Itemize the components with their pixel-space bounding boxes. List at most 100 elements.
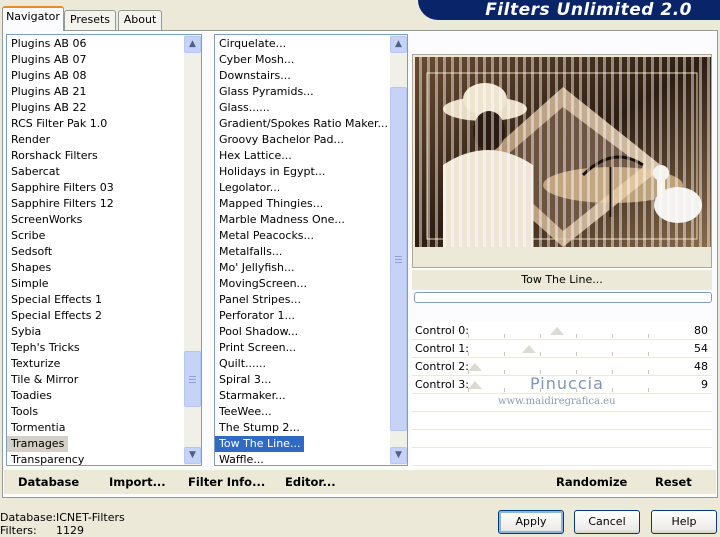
control-label: Control 3: — [415, 378, 469, 391]
slider-tick — [504, 352, 505, 356]
filter-item[interactable]: Tow The Line... — [215, 436, 305, 452]
scroll-down-icon[interactable]: ▼ — [390, 447, 407, 464]
control-value: 9 — [701, 378, 708, 391]
category-item[interactable]: Sapphire Filters 03 — [7, 180, 201, 196]
filter-item[interactable]: Cirquelate... — [215, 36, 407, 52]
reset-button[interactable]: Reset — [655, 475, 692, 489]
category-item[interactable]: Toadies — [7, 388, 201, 404]
category-list[interactable]: Plugins AB 06 Plugins AB 07 Plugins AB 08 P… — [6, 34, 202, 466]
filter-scrollbar[interactable]: ▲ ▼ — [390, 35, 407, 465]
filter-item[interactable]: Metalfalls... — [215, 244, 407, 260]
slider-tick — [648, 334, 649, 338]
filter-item[interactable]: Panel Stripes... — [215, 292, 407, 308]
category-item[interactable]: Plugins AB 22 — [7, 100, 201, 116]
category-item[interactable]: Scribe — [7, 228, 201, 244]
filter-item[interactable]: Quilt...... — [215, 356, 407, 372]
filter-item[interactable]: Starmaker... — [215, 388, 407, 404]
slider-knob[interactable] — [468, 363, 482, 371]
control-value: 48 — [694, 360, 708, 373]
category-item[interactable]: Sybia — [7, 324, 201, 340]
filter-list[interactable]: Cirquelate... Cyber Mosh... Downstairs... G… — [214, 34, 408, 466]
category-item[interactable]: Plugins AB 06 — [7, 36, 201, 52]
import-button[interactable]: Import... — [109, 475, 166, 489]
category-item[interactable]: Teph's Tricks — [7, 340, 201, 356]
filter-item[interactable]: Holidays in Egypt... — [215, 164, 407, 180]
filter-item[interactable]: Mapped Thingies... — [215, 196, 407, 212]
scroll-up-icon[interactable]: ▲ — [390, 36, 407, 53]
cancel-button[interactable]: Cancel — [574, 510, 640, 534]
tab-navigator[interactable]: Navigator — [2, 6, 64, 31]
slider-knob[interactable] — [522, 345, 536, 353]
category-item[interactable]: Texturize — [7, 356, 201, 372]
filter-item[interactable]: Mo' Jellyfish... — [215, 260, 407, 276]
category-item[interactable]: Sedsoft — [7, 244, 201, 260]
tab-about[interactable]: About — [118, 10, 162, 30]
filter-item[interactable]: Waffle... — [215, 452, 407, 465]
slider-tick — [468, 352, 469, 356]
apply-button[interactable]: Apply — [498, 510, 564, 534]
filter-item[interactable]: Groovy Bachelor Pad... — [215, 132, 407, 148]
tab-presets[interactable]: Presets — [64, 10, 116, 30]
category-item[interactable]: ScreenWorks — [7, 212, 201, 228]
control-row-0[interactable]: Control 0: 80 — [412, 322, 712, 340]
database-button[interactable]: Database — [18, 475, 79, 489]
category-item[interactable]: Tile & Mirror — [7, 372, 201, 388]
category-item[interactable]: Rorshack Filters — [7, 148, 201, 164]
filter-info-button[interactable]: Filter Info... — [188, 475, 265, 489]
filter-item[interactable]: MovingScreen... — [215, 276, 407, 292]
control-row-empty — [412, 430, 712, 448]
category-item[interactable]: Plugins AB 07 — [7, 52, 201, 68]
scroll-down-icon[interactable]: ▼ — [184, 447, 201, 464]
filter-item[interactable]: Pool Shadow... — [215, 324, 407, 340]
category-item[interactable]: RCS Filter Pak 1.0 — [7, 116, 201, 132]
filter-scroll-thumb[interactable] — [390, 87, 407, 431]
category-item[interactable]: Render — [7, 132, 201, 148]
control-slider[interactable] — [468, 340, 650, 358]
category-item[interactable]: Plugins AB 21 — [7, 84, 201, 100]
slider-tick — [468, 388, 469, 392]
category-item[interactable]: Sapphire Filters 12 — [7, 196, 201, 212]
slider-knob[interactable] — [550, 327, 564, 335]
category-item[interactable]: Special Effects 2 — [7, 308, 201, 324]
control-row-1[interactable]: Control 1: 54 — [412, 340, 712, 358]
control-label: Control 2: — [415, 360, 469, 373]
filter-item[interactable]: Spiral 3... — [215, 372, 407, 388]
editor-button[interactable]: Editor... — [285, 475, 336, 489]
filter-item[interactable]: Downstairs... — [215, 68, 407, 84]
controls-panel: Control 0: 80 Control 1: 54 Control 2: 4… — [412, 322, 712, 468]
filter-list-items: Cirquelate... Cyber Mosh... Downstairs... G… — [215, 35, 407, 465]
filter-item[interactable]: Glass Pyramids... — [215, 84, 407, 100]
control-slider[interactable] — [468, 322, 650, 340]
slider-tick — [648, 352, 649, 356]
filter-item[interactable]: Print Screen... — [215, 340, 407, 356]
filter-item[interactable]: Hex Lattice... — [215, 148, 407, 164]
category-item[interactable]: Special Effects 1 — [7, 292, 201, 308]
slider-knob[interactable] — [468, 381, 482, 389]
selected-filter-name: Tow The Line... — [412, 270, 712, 290]
filter-item[interactable]: Cyber Mosh... — [215, 52, 407, 68]
filter-item[interactable]: Perforator 1... — [215, 308, 407, 324]
slider-tick — [540, 352, 541, 356]
filter-item[interactable]: Glass...... — [215, 100, 407, 116]
scroll-up-icon[interactable]: ▲ — [184, 36, 201, 53]
randomize-button[interactable]: Randomize — [556, 475, 627, 489]
category-item[interactable]: Tramages — [7, 436, 69, 452]
category-item[interactable]: Shapes — [7, 260, 201, 276]
filter-item[interactable]: Legolator... — [215, 180, 407, 196]
help-button[interactable]: Help — [651, 510, 717, 534]
slider-tick — [648, 370, 649, 374]
category-item[interactable]: Sabercat — [7, 164, 201, 180]
filter-item[interactable]: Gradient/Spokes Ratio Maker... — [215, 116, 407, 132]
category-item[interactable]: Transparency — [7, 452, 201, 465]
filter-item[interactable]: Metal Peacocks... — [215, 228, 407, 244]
filter-item[interactable]: Marble Madness One... — [215, 212, 407, 228]
category-item[interactable]: Tools — [7, 404, 201, 420]
category-item[interactable]: Plugins AB 08 — [7, 68, 201, 84]
category-scrollbar[interactable]: ▲ ▼ — [184, 35, 201, 465]
filter-item[interactable]: TeeWee... — [215, 404, 407, 420]
filter-item[interactable]: The Stump 2... — [215, 420, 407, 436]
app-banner: Filters Unlimited 2.0 — [418, 0, 720, 20]
category-item[interactable]: Tormentia — [7, 420, 201, 436]
category-item[interactable]: Simple — [7, 276, 201, 292]
category-scroll-thumb[interactable] — [184, 351, 201, 407]
